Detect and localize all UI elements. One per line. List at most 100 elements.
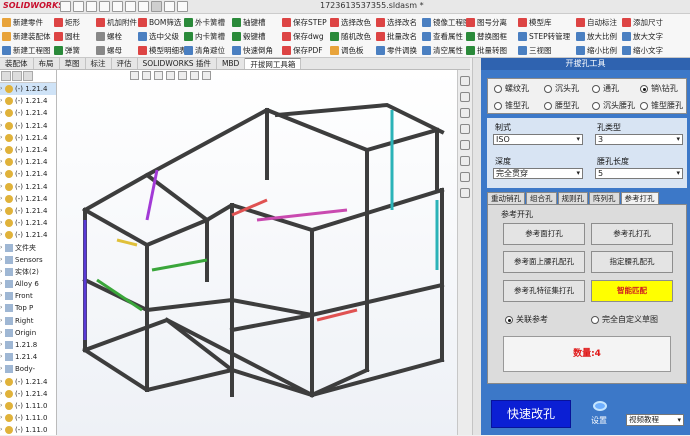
hide-show-icon[interactable]	[190, 71, 199, 80]
ribbon-button-new-drawing[interactable]: 新建工程图	[2, 44, 51, 57]
resources-icon[interactable]	[460, 76, 470, 86]
ribbon-button-zoom-in-scale[interactable]: 放大比例	[576, 30, 617, 43]
ribbon-button-cylinder[interactable]: 圆柱	[54, 30, 80, 43]
ribbon-button-view-properties[interactable]: 查看属性	[422, 30, 463, 43]
select-cursor-icon[interactable]	[151, 1, 162, 12]
hole-type-radio-4[interactable]: 锥型孔	[494, 100, 529, 111]
ribbon-button-inner-circlip[interactable]: 内卡簧槽	[184, 30, 225, 43]
settings-label[interactable]: 设置	[591, 415, 607, 426]
ribbon-button-shaft-keyway[interactable]: 轴键槽	[232, 16, 266, 29]
appearance-icon[interactable]	[202, 71, 211, 80]
custom-sketch-radio[interactable]: 完全自定义草图	[591, 314, 658, 325]
rebuild-icon[interactable]	[164, 1, 175, 12]
hole-mode-tab-3[interactable]: 阵列孔	[589, 192, 620, 204]
toolbox-icon[interactable]	[460, 172, 470, 182]
hole-mode-tab-2[interactable]: 规则孔	[557, 192, 588, 204]
ribbon-button-new-assembly[interactable]: 新建装配体	[2, 30, 51, 43]
video-tutorial-select[interactable]: 视频教程	[626, 414, 684, 426]
tree-item[interactable]: › Right	[0, 315, 56, 327]
ribbon-button-batch-convert[interactable]: 批量转图	[466, 44, 507, 57]
tab-7[interactable]: 开拔网工具箱	[245, 58, 302, 69]
appearances-icon[interactable]	[460, 140, 470, 150]
ribbon-button-select-recolor[interactable]: 选择改色	[330, 16, 371, 29]
new-icon[interactable]	[73, 1, 84, 12]
hole-mode-tab-1[interactable]: 组合孔	[526, 192, 557, 204]
vertical-scrollbar[interactable]	[472, 58, 481, 435]
ribbon-button-clear-properties[interactable]: 清空属性	[422, 44, 463, 57]
tree-item[interactable]: › Sensors	[0, 254, 56, 266]
ribbon-button-auto-dimension[interactable]: 自动标注	[576, 16, 617, 29]
display-style-icon[interactable]	[178, 71, 187, 80]
ribbon-button-batch-rename[interactable]: 批量改名	[376, 30, 417, 43]
custom-properties-icon[interactable]	[460, 156, 470, 166]
tree-item[interactable]: › (-) 1.11.0	[0, 424, 56, 436]
tree-item[interactable]: › (-) 1.21.4	[0, 229, 56, 241]
ribbon-button-enlarge-text[interactable]: 放大文字	[622, 30, 663, 43]
ribbon-button-corner-relief[interactable]: 清角避位	[184, 44, 225, 57]
ribbon-button-random-recolor[interactable]: 随机改色	[330, 30, 371, 43]
save-icon[interactable]	[99, 1, 110, 12]
depth-select[interactable]: 完全贯穿	[493, 168, 583, 179]
tree-item[interactable]: › (-) 1.21.4	[0, 95, 56, 107]
tree-item[interactable]: › (-) 1.21.4	[0, 217, 56, 229]
slot-length-select[interactable]: 5	[595, 168, 683, 179]
tree-item[interactable]: › Top P	[0, 302, 56, 314]
tree-item[interactable]: › (-) 1.21.4	[0, 181, 56, 193]
view-orientation-icon[interactable]	[166, 71, 175, 80]
ribbon-button-quick-chamfer[interactable]: 快速倒角	[232, 44, 273, 57]
tab-0[interactable]: 装配体	[0, 58, 34, 69]
config-icon[interactable]	[23, 71, 33, 81]
redo-icon[interactable]	[138, 1, 149, 12]
hole-type-select[interactable]: 3	[595, 134, 683, 145]
tab-4[interactable]: 评估	[112, 58, 138, 69]
home-icon[interactable]	[60, 1, 71, 12]
associate-reference-radio[interactable]: 关联参考	[505, 314, 548, 325]
ref-face-hole-button[interactable]: 参考面打孔	[503, 223, 585, 245]
tab-1[interactable]: 布局	[34, 58, 60, 69]
tree-item[interactable]: › 文件夹	[0, 241, 56, 253]
tree-item[interactable]: › (-) 1.21.4	[0, 107, 56, 119]
ribbon-button-three-view[interactable]: 三视图	[518, 44, 552, 57]
tree-item[interactable]: › (-) 1.21.4	[0, 388, 56, 400]
tree-item[interactable]: › Body-	[0, 363, 56, 375]
hole-type-radio-3[interactable]: 销\钻孔	[640, 83, 678, 94]
view-palette-icon[interactable]	[460, 124, 470, 134]
ribbon-button-nut[interactable]: 螺母	[96, 44, 122, 57]
3d-view-icon[interactable]	[460, 188, 470, 198]
specified-slot-match-button[interactable]: 指定腰孔配孔	[591, 251, 673, 273]
undo-icon[interactable]	[125, 1, 136, 12]
tree-item[interactable]: › (-) 1.21.4	[0, 132, 56, 144]
file-explorer-icon[interactable]	[460, 108, 470, 118]
tree-item[interactable]: › (-) 1.21.4	[0, 144, 56, 156]
tree-item[interactable]: › Origin	[0, 327, 56, 339]
smart-match-button[interactable]: 智能匹配	[591, 280, 673, 302]
tab-3[interactable]: 标注	[86, 58, 112, 69]
ribbon-button-hub-keyway[interactable]: 毂键槽	[232, 30, 266, 43]
ribbon-button-save-dwg[interactable]: 保存dwg	[282, 30, 324, 43]
tree-item[interactable]: › (-) 1.21.4	[0, 156, 56, 168]
zoom-area-icon[interactable]	[142, 71, 151, 80]
print-icon[interactable]	[112, 1, 123, 12]
hole-type-radio-7[interactable]: 锥型腰孔	[640, 100, 683, 111]
tree-item[interactable]: › (-) 1.21.4	[0, 83, 56, 96]
ribbon-button-palette[interactable]: 调色板	[330, 44, 364, 57]
ribbon-button-shrink-text[interactable]: 缩小文字	[622, 44, 663, 57]
ribbon-button-step-manage[interactable]: STEP转管理	[518, 30, 570, 43]
hole-type-radio-1[interactable]: 沉头孔	[544, 83, 579, 94]
tree-item[interactable]: › (-) 1.11.0	[0, 412, 56, 424]
ref-face-slot-match-button[interactable]: 参考面上腰孔配孔	[503, 251, 585, 273]
ribbon-button-model-library[interactable]: 模型库	[518, 16, 552, 29]
filter-icon[interactable]	[1, 71, 11, 81]
tree-item[interactable]: › Front	[0, 290, 56, 302]
ribbon-button-save-pdf[interactable]: 保存PDF	[282, 44, 323, 57]
section-view-icon[interactable]	[154, 71, 163, 80]
tree-item[interactable]: › Alloy 6	[0, 278, 56, 290]
quick-modify-hole-button[interactable]: 快速改孔	[491, 400, 571, 428]
ribbon-button-bom-filter[interactable]: BOM筛选	[138, 16, 181, 29]
tree-item[interactable]: › (-) 1.21.4	[0, 120, 56, 132]
tree-item[interactable]: › 实体(2)	[0, 266, 56, 278]
hole-type-radio-0[interactable]: 螺纹孔	[494, 83, 529, 94]
tree-item[interactable]: › (-) 1.21.4	[0, 168, 56, 180]
ribbon-button-select-parent[interactable]: 选中父级	[138, 30, 179, 43]
graphics-viewport[interactable]	[57, 70, 457, 435]
